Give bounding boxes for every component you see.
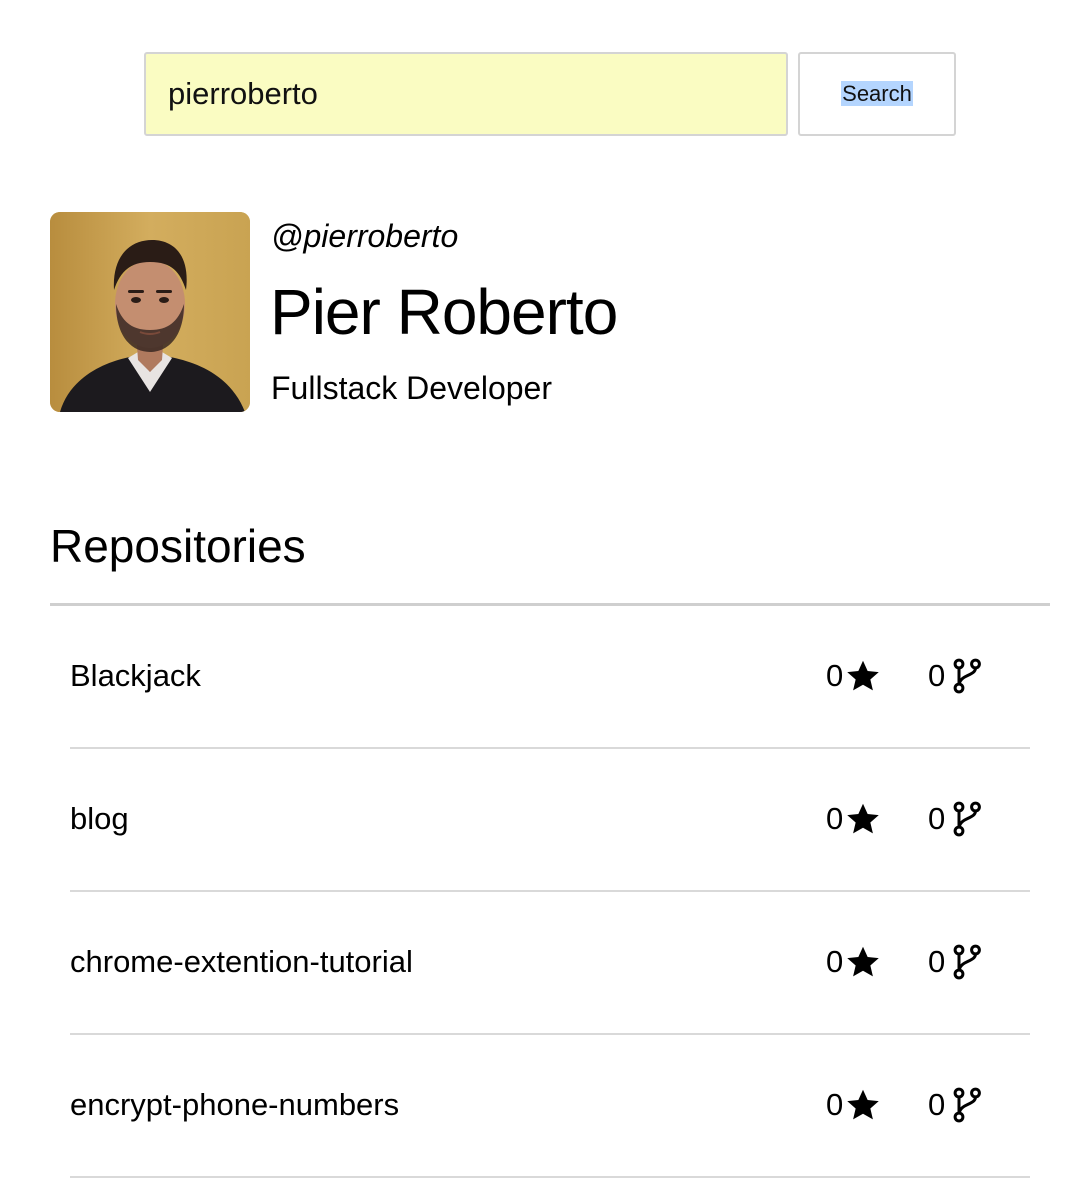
profile-bio: Fullstack Developer <box>271 370 552 406</box>
repository-row: Blackjack 0 0 <box>70 606 1030 749</box>
fork-icon <box>953 1087 982 1123</box>
star-icon <box>847 946 879 977</box>
search-button-label: Search <box>841 81 913 106</box>
star-count: 0 <box>826 1085 883 1125</box>
repository-list: Blackjack 0 0 blog 0 0 chrome-extention-… <box>70 606 1030 1178</box>
star-count-value: 0 <box>826 944 844 979</box>
search-bar: Search <box>144 52 956 136</box>
profile-card: @pierroberto Pier Roberto Fullstack Deve… <box>50 212 1050 412</box>
fork-count-value: 0 <box>928 1087 946 1122</box>
star-count: 0 <box>826 942 883 982</box>
fork-count-value: 0 <box>928 801 946 836</box>
fork-icon <box>953 801 982 837</box>
username-handle: @pierroberto <box>271 218 459 254</box>
fork-count: 0 <box>928 656 983 696</box>
fork-count: 0 <box>928 942 983 982</box>
fork-count-value: 0 <box>928 658 946 693</box>
repository-row: encrypt-phone-numbers 0 0 <box>70 1035 1030 1178</box>
avatar-photo <box>50 212 250 412</box>
repositories-heading: Repositories <box>50 520 306 572</box>
fork-icon <box>953 944 982 980</box>
page: Search <box>0 0 1086 1194</box>
search-input[interactable] <box>144 52 788 136</box>
star-count: 0 <box>826 656 883 696</box>
star-icon <box>847 660 879 691</box>
profile-name: Pier Roberto <box>270 276 618 348</box>
fork-icon <box>953 658 982 694</box>
fork-count-value: 0 <box>928 944 946 979</box>
repository-name-link[interactable]: Blackjack <box>70 656 201 696</box>
star-count: 0 <box>826 799 883 839</box>
star-icon <box>847 803 879 834</box>
repository-row: chrome-extention-tutorial 0 0 <box>70 892 1030 1035</box>
star-count-value: 0 <box>826 801 844 836</box>
avatar <box>50 212 250 412</box>
star-icon <box>847 1089 879 1120</box>
repository-name-link[interactable]: encrypt-phone-numbers <box>70 1085 399 1125</box>
star-count-value: 0 <box>826 658 844 693</box>
fork-count: 0 <box>928 1085 983 1125</box>
star-count-value: 0 <box>826 1087 844 1122</box>
fork-count: 0 <box>928 799 983 839</box>
repository-name-link[interactable]: chrome-extention-tutorial <box>70 942 413 982</box>
search-button[interactable]: Search <box>798 52 956 136</box>
repository-name-link[interactable]: blog <box>70 799 129 839</box>
repository-row: blog 0 0 <box>70 749 1030 892</box>
